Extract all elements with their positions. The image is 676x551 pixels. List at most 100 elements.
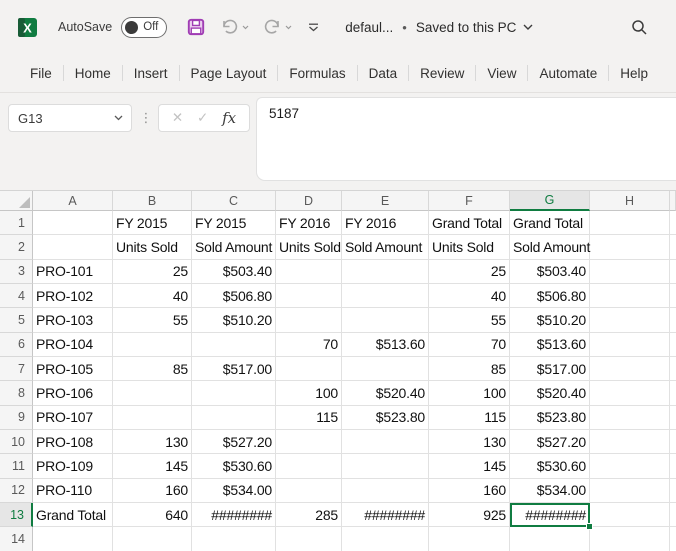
cell-E12[interactable] bbox=[342, 479, 429, 503]
cell-F13[interactable]: 925 bbox=[429, 503, 510, 527]
cell-H14[interactable] bbox=[590, 527, 670, 551]
cell-C5[interactable]: $510.20 bbox=[192, 308, 276, 332]
save-status-label[interactable]: Saved to this PC bbox=[416, 20, 517, 35]
cell-E4[interactable] bbox=[342, 284, 429, 308]
cell-H9[interactable] bbox=[590, 406, 670, 430]
cell-A9[interactable]: PRO-107 bbox=[33, 406, 113, 430]
cell-D9[interactable]: 115 bbox=[276, 406, 342, 430]
cell-E2[interactable]: Sold Amount bbox=[342, 235, 429, 259]
cell-F7[interactable]: 85 bbox=[429, 357, 510, 381]
cell-A8[interactable]: PRO-106 bbox=[33, 381, 113, 405]
cell-H12[interactable] bbox=[590, 479, 670, 503]
name-box[interactable]: G13 bbox=[8, 104, 132, 132]
ribbon-tab-formulas[interactable]: Formulas bbox=[278, 66, 356, 81]
cell-D2[interactable]: Units Sold bbox=[276, 235, 342, 259]
cell-F9[interactable]: 115 bbox=[429, 406, 510, 430]
cell-G13[interactable]: ######## bbox=[510, 503, 590, 527]
cell-F4[interactable]: 40 bbox=[429, 284, 510, 308]
cell-B6[interactable] bbox=[113, 333, 192, 357]
cell-A12[interactable]: PRO-110 bbox=[33, 479, 113, 503]
cell-A7[interactable]: PRO-105 bbox=[33, 357, 113, 381]
ribbon-tab-review[interactable]: Review bbox=[409, 66, 475, 81]
column-header-C[interactable]: C bbox=[192, 191, 276, 211]
column-header-D[interactable]: D bbox=[276, 191, 342, 211]
cell-B10[interactable]: 130 bbox=[113, 430, 192, 454]
column-header-E[interactable]: E bbox=[342, 191, 429, 211]
cell-C9[interactable] bbox=[192, 406, 276, 430]
cell-B12[interactable]: 160 bbox=[113, 479, 192, 503]
cell-A2[interactable] bbox=[33, 235, 113, 259]
cell-G2[interactable]: Sold Amount bbox=[510, 235, 590, 259]
cell-D10[interactable] bbox=[276, 430, 342, 454]
cell-E6[interactable]: $513.60 bbox=[342, 333, 429, 357]
ribbon-tab-home[interactable]: Home bbox=[64, 66, 122, 81]
cell-C13[interactable]: ######## bbox=[192, 503, 276, 527]
cell-E13[interactable]: ######## bbox=[342, 503, 429, 527]
column-header-B[interactable]: B bbox=[113, 191, 192, 211]
cell-A13[interactable]: Grand Total bbox=[33, 503, 113, 527]
cell-A4[interactable]: PRO-102 bbox=[33, 284, 113, 308]
ribbon-tab-page-layout[interactable]: Page Layout bbox=[180, 66, 278, 81]
cell-G6[interactable]: $513.60 bbox=[510, 333, 590, 357]
cell-E1[interactable]: FY 2016 bbox=[342, 211, 429, 235]
document-title[interactable]: defaul... bbox=[345, 20, 393, 35]
select-all-button[interactable] bbox=[0, 191, 33, 211]
cell-H13[interactable] bbox=[590, 503, 670, 527]
enter-icon[interactable]: ✓ bbox=[197, 110, 208, 126]
cell-A11[interactable]: PRO-109 bbox=[33, 454, 113, 478]
name-box-dropdown-icon[interactable] bbox=[114, 115, 123, 121]
cell-G9[interactable]: $523.80 bbox=[510, 406, 590, 430]
cell-F5[interactable]: 55 bbox=[429, 308, 510, 332]
cell-B7[interactable]: 85 bbox=[113, 357, 192, 381]
cell-G12[interactable]: $534.00 bbox=[510, 479, 590, 503]
cell-C1[interactable]: FY 2015 bbox=[192, 211, 276, 235]
fill-handle[interactable] bbox=[586, 523, 593, 530]
cell-H2[interactable] bbox=[590, 235, 670, 259]
cell-G4[interactable]: $506.80 bbox=[510, 284, 590, 308]
ribbon-tab-automate[interactable]: Automate bbox=[528, 66, 608, 81]
autosave-toggle[interactable]: Off bbox=[121, 17, 167, 38]
row-header-11[interactable]: 11 bbox=[0, 454, 33, 478]
cell-G14[interactable] bbox=[510, 527, 590, 551]
cell-A6[interactable]: PRO-104 bbox=[33, 333, 113, 357]
row-header-14[interactable]: 14 bbox=[0, 527, 33, 551]
cell-A3[interactable]: PRO-101 bbox=[33, 260, 113, 284]
cell-B1[interactable]: FY 2015 bbox=[113, 211, 192, 235]
cell-D1[interactable]: FY 2016 bbox=[276, 211, 342, 235]
cell-G1[interactable]: Grand Total bbox=[510, 211, 590, 235]
column-header-H[interactable]: H bbox=[590, 191, 670, 211]
redo-dropdown-icon[interactable] bbox=[285, 25, 292, 30]
cell-B5[interactable]: 55 bbox=[113, 308, 192, 332]
cell-C12[interactable]: $534.00 bbox=[192, 479, 276, 503]
column-header-A[interactable]: A bbox=[33, 191, 113, 211]
cell-E11[interactable] bbox=[342, 454, 429, 478]
cell-F2[interactable]: Units Sold bbox=[429, 235, 510, 259]
cell-C8[interactable] bbox=[192, 381, 276, 405]
formula-input[interactable]: 5187 bbox=[256, 97, 676, 181]
cell-F1[interactable]: Grand Total bbox=[429, 211, 510, 235]
row-header-1[interactable]: 1 bbox=[0, 211, 33, 235]
cell-G8[interactable]: $520.40 bbox=[510, 381, 590, 405]
cell-A14[interactable] bbox=[33, 527, 113, 551]
cell-F14[interactable] bbox=[429, 527, 510, 551]
cell-B3[interactable]: 25 bbox=[113, 260, 192, 284]
cell-D5[interactable] bbox=[276, 308, 342, 332]
cell-F12[interactable]: 160 bbox=[429, 479, 510, 503]
ribbon-tab-file[interactable]: File bbox=[19, 66, 63, 81]
undo-dropdown-icon[interactable] bbox=[242, 25, 249, 30]
cell-G10[interactable]: $527.20 bbox=[510, 430, 590, 454]
insert-function-icon[interactable]: fx bbox=[222, 109, 236, 127]
cell-G7[interactable]: $517.00 bbox=[510, 357, 590, 381]
undo-button[interactable] bbox=[220, 19, 249, 36]
cell-H11[interactable] bbox=[590, 454, 670, 478]
cell-D3[interactable] bbox=[276, 260, 342, 284]
cell-B14[interactable] bbox=[113, 527, 192, 551]
cell-C7[interactable]: $517.00 bbox=[192, 357, 276, 381]
ribbon-tab-help[interactable]: Help bbox=[609, 66, 659, 81]
cell-D13[interactable]: 285 bbox=[276, 503, 342, 527]
cell-G3[interactable]: $503.40 bbox=[510, 260, 590, 284]
cell-H10[interactable] bbox=[590, 430, 670, 454]
cell-C2[interactable]: Sold Amount bbox=[192, 235, 276, 259]
column-header-G[interactable]: G bbox=[510, 191, 590, 211]
cell-D7[interactable] bbox=[276, 357, 342, 381]
